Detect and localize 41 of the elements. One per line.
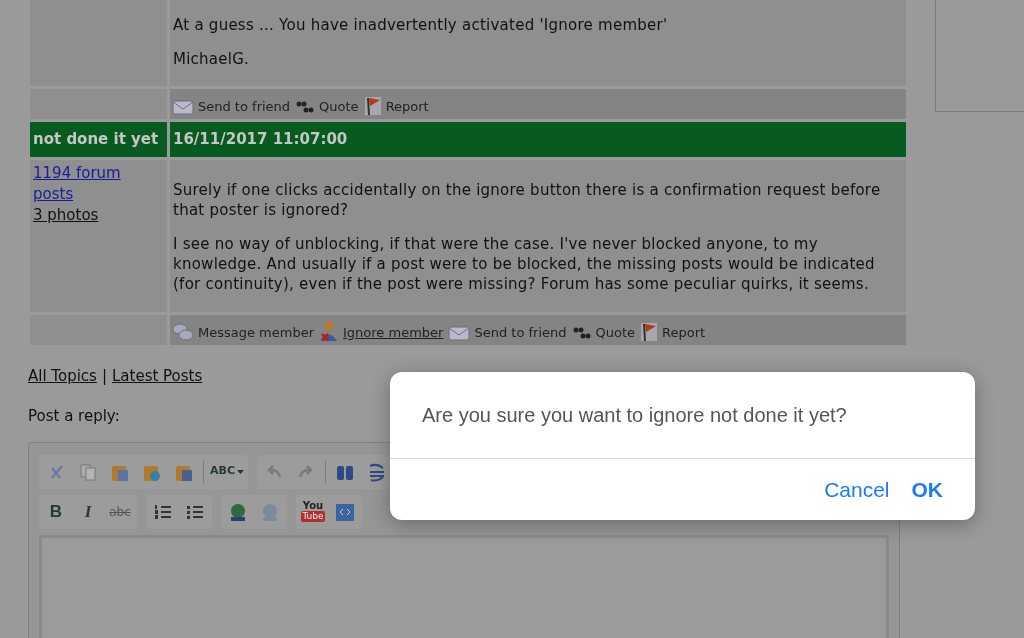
forum-posts-link[interactable]: 1194 forum posts bbox=[33, 163, 164, 205]
italic-button[interactable]: I bbox=[75, 498, 101, 525]
ok-button[interactable]: OK bbox=[903, 469, 951, 510]
person-icon bbox=[319, 320, 340, 342]
quote-action[interactable]: Quote bbox=[571, 322, 636, 342]
copy-icon bbox=[78, 461, 98, 482]
envelope-icon bbox=[172, 98, 194, 116]
quote-action[interactable]: Quote bbox=[295, 96, 359, 116]
post-paragraph: MichaelG. bbox=[173, 49, 251, 69]
speech-bubbles-icon bbox=[172, 322, 194, 342]
nav-link[interactable]: All Topics bbox=[28, 365, 97, 388]
replace-icon bbox=[367, 461, 387, 482]
post-date: 16/11/2017 11:07:00 bbox=[170, 122, 906, 157]
cancel-button[interactable]: Cancel bbox=[816, 469, 898, 510]
send-action[interactable]: Send to friend bbox=[172, 96, 291, 116]
strikethrough-button[interactable]: abc bbox=[107, 498, 133, 525]
bold-button[interactable]: B bbox=[43, 498, 69, 525]
message-action[interactable]: Message member bbox=[172, 322, 315, 342]
send-action[interactable]: Send to friend bbox=[448, 322, 567, 342]
youtube-button[interactable]: You Tube bbox=[300, 498, 326, 525]
nav-link[interactable]: Latest Posts bbox=[111, 365, 203, 388]
separator: | bbox=[101, 366, 107, 387]
dialog-message: Are you sure you want to ignore not done it yet? bbox=[421, 403, 848, 428]
report-action[interactable]: Report bbox=[363, 96, 429, 116]
photos-link[interactable]: 3 photos bbox=[33, 205, 99, 226]
tube-label: Tube bbox=[301, 511, 325, 522]
source-code-icon bbox=[335, 501, 355, 522]
author-name: not done it yet bbox=[30, 122, 167, 157]
post-paragraph: I see no way of unblocking, if that were the case. I've never blocked anyone, to my knowledge. And usually if a post were to be blocked, the missing posts would be indicated (for continuity), even if the post were missing? Forum has some peculiar quirks, it seems. bbox=[173, 234, 876, 294]
spellcheck-button[interactable]: ABC bbox=[210, 458, 244, 485]
post-paragraph: Surely if one clicks accidentally on the ignore button there is a confirmation request before that poster is ignored? bbox=[173, 180, 882, 220]
report-action[interactable]: Report bbox=[640, 322, 706, 342]
flag-icon bbox=[640, 322, 659, 342]
post-reply-label: Post a reply: bbox=[28, 406, 120, 425]
globe-icon bbox=[260, 501, 280, 522]
post-paragraph: At a guess ... You have inadvertently activated 'Ignore member' bbox=[173, 15, 669, 35]
caret-icon bbox=[237, 469, 244, 474]
flag-icon bbox=[363, 96, 382, 116]
globe-icon bbox=[228, 501, 248, 522]
ignore-action[interactable]: Ignore member bbox=[319, 320, 444, 342]
envelope-icon bbox=[448, 324, 471, 342]
